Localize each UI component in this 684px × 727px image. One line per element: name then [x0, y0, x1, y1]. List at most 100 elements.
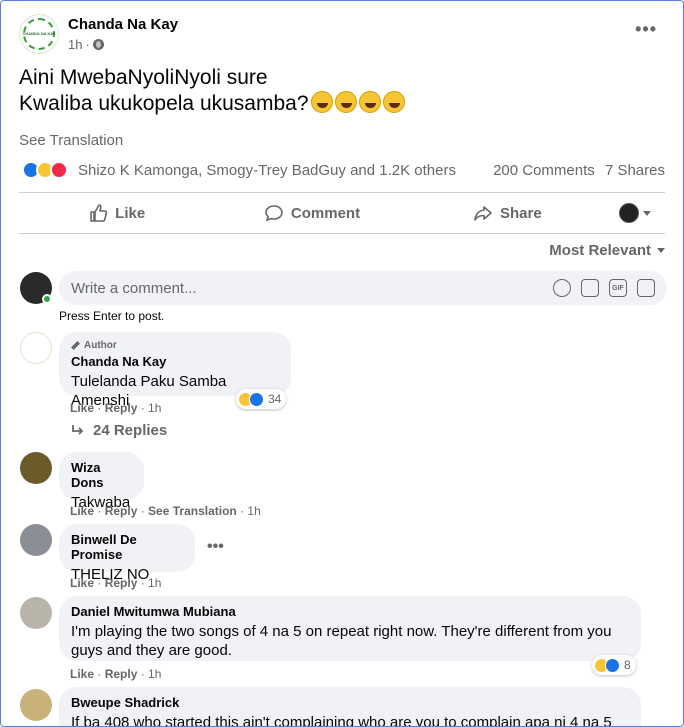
divider: [19, 233, 665, 234]
comment-bubble-icon: [265, 205, 283, 222]
grinning-sweat-emoji-icon: [358, 91, 381, 113]
comment-like-link[interactable]: Like: [70, 576, 94, 590]
action-bar: Like Comment Share: [19, 193, 665, 233]
gif-icon[interactable]: GIF: [609, 279, 627, 297]
reply-arrow-icon: [72, 424, 84, 435]
share-button[interactable]: Share: [410, 203, 605, 223]
sort-dropdown[interactable]: Most Relevant: [549, 242, 665, 259]
engagement-counts: 200 Comments 7 Shares: [493, 162, 665, 179]
comment-bubble: Author Chanda Na Kay Tulelanda Paku Samb…: [59, 332, 291, 409]
comment-tools: GIF: [553, 279, 655, 297]
commenter-name[interactable]: Wiza Dons: [71, 460, 132, 490]
comment-text-line: guys and they are good.: [71, 642, 232, 659]
reactions-summary[interactable]: Shizo K Kamonga, Smogy-Trey BadGuy and 1…: [22, 161, 456, 179]
comment-reply-link[interactable]: Reply: [105, 504, 138, 518]
comment-time[interactable]: 1h: [247, 504, 260, 518]
pencil-icon: [71, 341, 80, 350]
commenter-avatar[interactable]: [20, 332, 52, 364]
post-text: Aini MwebaNyoliNyoli sure Kwaliba ukukop…: [19, 65, 405, 117]
user-avatar: [618, 203, 639, 223]
write-comment-box[interactable]: GIF: [59, 271, 667, 305]
caret-down-icon: [657, 248, 665, 253]
comments-count[interactable]: 200 Comments: [493, 162, 595, 179]
comment-button[interactable]: Comment: [214, 203, 409, 223]
crying-laughing-emoji-icon: [310, 91, 333, 113]
commenter-name[interactable]: Daniel Mwitumwa Mubiana: [71, 604, 629, 619]
comment-actions: Like · Reply · 1h: [70, 576, 162, 590]
comment-text: I'm playing the two songs of 4 na 5 on r…: [71, 622, 629, 660]
commenter-avatar[interactable]: [20, 689, 52, 721]
sticker-icon[interactable]: [637, 279, 655, 297]
post-header: CHANDA NA KAY Chanda Na Kay 1h ·: [19, 13, 178, 55]
comment-bubble: Bweupe Shadrick If ba 408 who started th…: [59, 687, 641, 727]
globe-icon: [92, 39, 104, 50]
react-as-selector[interactable]: [605, 203, 665, 223]
comment-actions: Like · Reply · See Translation · 1h: [70, 504, 261, 518]
like-button[interactable]: Like: [19, 203, 214, 223]
post-more-options-icon[interactable]: •••: [635, 19, 657, 40]
comment-label: Comment: [290, 204, 361, 222]
shares-count[interactable]: 7 Shares: [605, 162, 665, 179]
page-avatar[interactable]: CHANDA NA KAY: [19, 14, 59, 54]
press-enter-hint: Press Enter to post.: [59, 309, 165, 323]
like-reaction-icon: [605, 657, 620, 673]
share-label: Share: [499, 204, 542, 222]
comment-like-link[interactable]: Like: [70, 667, 94, 681]
comment-reactions[interactable]: 8: [592, 655, 636, 675]
comment-like-link[interactable]: Like: [70, 401, 94, 415]
comment-input[interactable]: [71, 279, 553, 297]
author-badge: Author: [71, 340, 279, 351]
commenter-name[interactable]: Binwell De Promise: [71, 532, 183, 562]
reaction-count: 8: [624, 658, 631, 672]
comment-more-options-icon[interactable]: •••: [207, 538, 224, 556]
caret-down-icon: [642, 210, 651, 216]
comment-time[interactable]: 1h: [148, 401, 161, 415]
post-line-2: Kwaliba ukukopela ukusamba?: [19, 91, 405, 117]
comment-reply-link[interactable]: Reply: [105, 401, 138, 415]
post-time[interactable]: 1h: [68, 37, 82, 52]
reaction-count: 34: [268, 392, 282, 406]
see-translation-link[interactable]: See Translation: [148, 504, 237, 518]
post-line-2-text: Kwaliba ukukopela ukusamba?: [19, 92, 309, 115]
grinning-sweat-emoji-icon: [382, 91, 405, 113]
meta-separator: ·: [85, 37, 90, 52]
comment-reply-link[interactable]: Reply: [105, 576, 138, 590]
logo-lettering: CHANDA NA KAY: [22, 31, 56, 36]
thumbs-up-icon: [90, 204, 108, 222]
comment-actions: Like · Reply · 1h: [70, 401, 162, 415]
online-status-dot: [42, 294, 52, 304]
comment-like-link[interactable]: Like: [70, 504, 94, 518]
sort-label: Most Relevant: [549, 242, 651, 259]
comment-reply-link[interactable]: Reply: [105, 667, 138, 681]
comment-time[interactable]: 1h: [148, 667, 161, 681]
replies-count: 24 Replies: [93, 422, 168, 439]
comment-bubble: Binwell De Promise THELIZ NO: [59, 524, 195, 583]
view-replies-link[interactable]: 24 Replies: [71, 422, 167, 439]
love-reaction-icon: [50, 161, 68, 179]
emoji-icon[interactable]: [553, 279, 571, 297]
like-label: Like: [115, 204, 146, 222]
comment-bubble: Daniel Mwitumwa Mubiana I'm playing the …: [59, 596, 641, 661]
comment-text-line: I'm playing the two songs of 4 na 5 on r…: [71, 623, 612, 640]
comment-actions: Like · Reply · 1h: [70, 667, 162, 681]
share-arrow-icon: [474, 206, 492, 221]
reaction-names[interactable]: Shizo K Kamonga, Smogy-Trey BadGuy and 1…: [78, 162, 456, 179]
see-translation-link[interactable]: See Translation: [19, 132, 123, 149]
post-meta: 1h ·: [68, 37, 178, 52]
crying-laughing-emoji-icon: [334, 91, 357, 113]
comment-reactions[interactable]: 34: [236, 389, 287, 409]
header-text: Chanda Na Kay 1h ·: [68, 16, 178, 52]
post-card: CHANDA NA KAY Chanda Na Kay 1h · ••• Ain…: [0, 0, 684, 727]
commenter-name[interactable]: Bweupe Shadrick: [71, 695, 629, 710]
post-author[interactable]: Chanda Na Kay: [68, 16, 178, 33]
commenter-avatar[interactable]: [20, 452, 52, 484]
author-badge-label: Author: [84, 340, 117, 351]
commenter-name[interactable]: Chanda Na Kay: [71, 354, 279, 369]
commenter-avatar[interactable]: [20, 597, 52, 629]
comment-text: If ba 408 who started this ain't complai…: [71, 714, 612, 727]
comment-bubble: Wiza Dons Takwaba: [59, 452, 144, 511]
camera-icon[interactable]: [581, 279, 599, 297]
commenter-avatar[interactable]: [20, 524, 52, 556]
like-reaction-icon: [249, 391, 264, 407]
comment-time[interactable]: 1h: [148, 576, 161, 590]
